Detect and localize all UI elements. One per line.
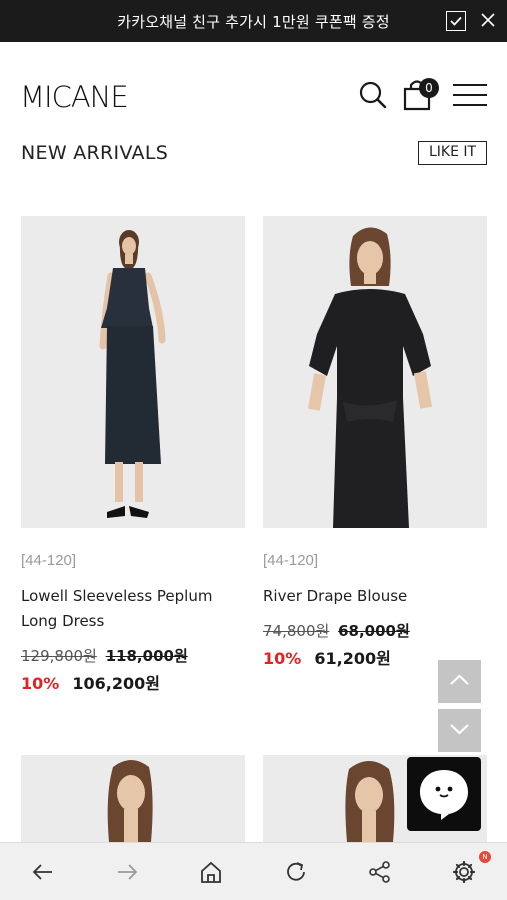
product-sale-price: 10% 106,200원 (21, 670, 160, 694)
product-size-tag: [44-120] (263, 552, 319, 569)
share-icon[interactable] (365, 857, 395, 887)
site-header: MICANE 0 (0, 42, 507, 132)
product-original-prices: 74,800원 68,000원 (263, 620, 410, 641)
close-icon[interactable] (478, 10, 498, 30)
product-sale-price: 10% 61,200원 (263, 645, 391, 669)
sale-price: 61,200원 (314, 649, 391, 668)
refresh-icon[interactable] (281, 857, 311, 887)
check-icon (450, 16, 462, 26)
chevron-up-icon (450, 674, 469, 685)
notification-badge: N (479, 851, 491, 863)
promo-dismiss-checkbox[interactable] (446, 11, 466, 31)
like-it-button[interactable]: LIKE IT (418, 141, 487, 165)
product-name[interactable]: Lowell Sleeveless Peplum Long Dress (21, 584, 247, 634)
forward-arrow-icon[interactable] (112, 857, 142, 887)
product-card[interactable] (21, 755, 245, 842)
scroll-top-button[interactable] (438, 660, 481, 703)
search-icon[interactable] (358, 80, 388, 110)
settings-gear-icon[interactable] (449, 857, 479, 887)
list-price: 118,000원 (105, 647, 188, 665)
promo-text[interactable]: 카카오채널 친구 추가시 1만원 쿠폰팩 증정 (0, 11, 507, 32)
chat-bubble-icon (420, 770, 468, 820)
discount-percent: 10% (21, 674, 60, 693)
back-arrow-icon[interactable] (28, 857, 58, 887)
product-image[interactable] (263, 216, 487, 528)
brand-logo-text: MICANE (20, 80, 128, 110)
product-size-tag: [44-120] (21, 552, 77, 569)
cart-count-badge: 0 (419, 78, 439, 98)
home-icon[interactable] (196, 857, 226, 887)
model-sleeveless-dress-image (21, 216, 245, 528)
product-original-prices: 129,800원 118,000원 (21, 645, 188, 666)
product-name[interactable]: River Drape Blouse (263, 584, 489, 609)
chevron-down-icon (450, 724, 469, 735)
product-image[interactable] (21, 216, 245, 528)
model-drape-blouse-image (263, 216, 487, 528)
scroll-bottom-button[interactable] (438, 709, 481, 752)
original-price: 129,800원 (21, 647, 97, 665)
promo-banner: 카카오채널 친구 추가시 1만원 쿠폰팩 증정 (0, 0, 507, 42)
hamburger-menu-icon[interactable] (452, 82, 488, 108)
chat-button[interactable] (407, 757, 481, 831)
sale-price: 106,200원 (72, 674, 160, 693)
brand-logo[interactable]: MICANE (20, 80, 154, 110)
section-title: NEW ARRIVALS (21, 142, 169, 164)
list-price: 68,000원 (338, 622, 410, 640)
original-price: 74,800원 (263, 622, 330, 640)
discount-percent: 10% (263, 649, 302, 668)
browser-bottom-bar (0, 842, 507, 900)
product-image[interactable] (21, 755, 245, 842)
